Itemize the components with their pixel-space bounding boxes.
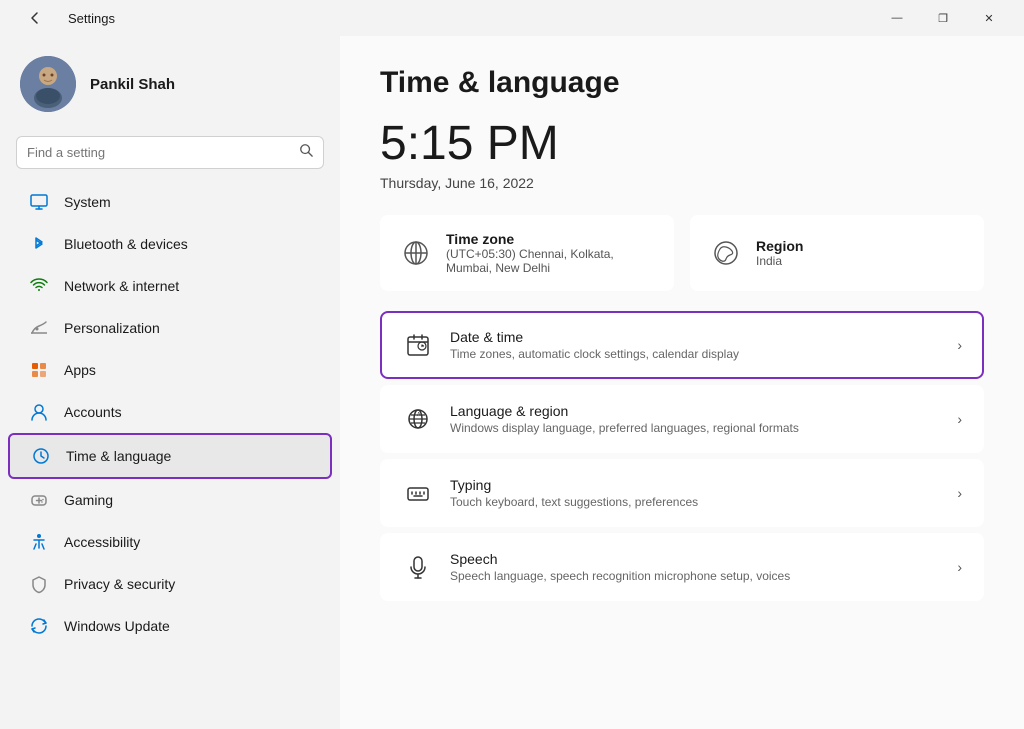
title-bar-left: Settings	[12, 2, 115, 34]
region-title: Region	[756, 238, 803, 254]
current-date: Thursday, June 16, 2022	[380, 175, 984, 191]
current-time: 5:15 PM	[380, 116, 984, 171]
accessibility-icon	[28, 531, 50, 553]
language-icon: A	[402, 403, 434, 435]
timezone-text: Time zone (UTC+05:30) Chennai, Kolkata, …	[446, 231, 654, 275]
timezone-icon	[400, 237, 432, 269]
sidebar-item-label-accessibility: Accessibility	[64, 534, 140, 550]
main-content: Time & language 5:15 PM Thursday, June 1…	[340, 36, 1024, 729]
timezone-card[interactable]: Time zone (UTC+05:30) Chennai, Kolkata, …	[380, 215, 674, 291]
sidebar-item-bluetooth[interactable]: Bluetooth & devices	[8, 223, 332, 265]
window-controls: — ❐ ✕	[874, 2, 1012, 34]
region-icon	[710, 237, 742, 269]
datetime-text: Date & time Time zones, automatic clock …	[450, 329, 941, 361]
sidebar-item-label-network: Network & internet	[64, 278, 179, 294]
datetime-icon	[402, 329, 434, 361]
title-bar: Settings — ❐ ✕	[0, 0, 1024, 36]
sidebar-item-system[interactable]: System	[8, 181, 332, 223]
timezone-subtitle: (UTC+05:30) Chennai, Kolkata, Mumbai, Ne…	[446, 247, 654, 275]
sidebar-item-gaming[interactable]: Gaming	[8, 479, 332, 521]
system-icon	[28, 191, 50, 213]
username: Pankil Shah	[90, 76, 175, 93]
maximize-button[interactable]: ❐	[920, 2, 966, 34]
region-subtitle: India	[756, 254, 803, 268]
sidebar-item-label-bluetooth: Bluetooth & devices	[64, 236, 188, 252]
speech-text: Speech Speech language, speech recogniti…	[450, 551, 941, 583]
avatar-image	[20, 56, 76, 112]
datetime-subtitle: Time zones, automatic clock settings, ca…	[450, 347, 941, 361]
sidebar-item-label-gaming: Gaming	[64, 492, 113, 508]
app-body: Pankil Shah	[0, 36, 1024, 729]
settings-item-language[interactable]: A Language & region Windows display lang…	[380, 385, 984, 453]
update-icon	[28, 615, 50, 637]
sidebar-item-accounts[interactable]: Accounts	[8, 391, 332, 433]
settings-item-datetime[interactable]: Date & time Time zones, automatic clock …	[380, 311, 984, 379]
typing-title: Typing	[450, 477, 941, 493]
accounts-icon	[28, 401, 50, 423]
network-icon	[28, 275, 50, 297]
language-text: Language & region Windows display langua…	[450, 403, 941, 435]
datetime-chevron: ›	[957, 337, 962, 353]
close-button[interactable]: ✕	[966, 2, 1012, 34]
language-subtitle: Windows display language, preferred lang…	[450, 421, 941, 435]
sidebar-item-accessibility[interactable]: Accessibility	[8, 521, 332, 563]
sidebar-item-network[interactable]: Network & internet	[8, 265, 332, 307]
region-text: Region India	[756, 238, 803, 268]
sidebar-item-time[interactable]: Time & language	[8, 433, 332, 479]
typing-chevron: ›	[957, 485, 962, 501]
sidebar-item-label-time: Time & language	[66, 448, 171, 464]
settings-item-speech[interactable]: Speech Speech language, speech recogniti…	[380, 533, 984, 601]
personalization-icon	[28, 317, 50, 339]
back-button[interactable]	[12, 2, 58, 34]
language-title: Language & region	[450, 403, 941, 419]
typing-subtitle: Touch keyboard, text suggestions, prefer…	[450, 495, 941, 509]
apps-icon	[28, 359, 50, 381]
minimize-button[interactable]: —	[874, 2, 920, 34]
search-container	[0, 128, 340, 181]
user-profile[interactable]: Pankil Shah	[0, 36, 340, 128]
app-title: Settings	[68, 11, 115, 26]
avatar	[20, 56, 76, 112]
sidebar: Pankil Shah	[0, 36, 340, 729]
privacy-icon	[28, 573, 50, 595]
search-icon	[299, 143, 313, 162]
timezone-title: Time zone	[446, 231, 654, 247]
page-title: Time & language	[380, 66, 984, 100]
sidebar-item-label-personalization: Personalization	[64, 320, 160, 336]
search-box	[16, 136, 324, 169]
sidebar-item-label-update: Windows Update	[64, 618, 170, 634]
typing-icon	[402, 477, 434, 509]
search-input[interactable]	[27, 145, 291, 160]
language-chevron: ›	[957, 411, 962, 427]
sidebar-item-label-privacy: Privacy & security	[64, 576, 175, 592]
gaming-icon	[28, 489, 50, 511]
datetime-title: Date & time	[450, 329, 941, 345]
speech-chevron: ›	[957, 559, 962, 575]
sidebar-item-personalization[interactable]: Personalization	[8, 307, 332, 349]
info-row: Time zone (UTC+05:30) Chennai, Kolkata, …	[380, 215, 984, 291]
sidebar-item-label-accounts: Accounts	[64, 404, 122, 420]
speech-icon	[402, 551, 434, 583]
settings-list: Date & time Time zones, automatic clock …	[380, 311, 984, 601]
typing-text: Typing Touch keyboard, text suggestions,…	[450, 477, 941, 509]
sidebar-item-label-apps: Apps	[64, 362, 96, 378]
sidebar-item-label-system: System	[64, 194, 111, 210]
settings-item-typing[interactable]: Typing Touch keyboard, text suggestions,…	[380, 459, 984, 527]
speech-subtitle: Speech language, speech recognition micr…	[450, 569, 941, 583]
sidebar-item-update[interactable]: Windows Update	[8, 605, 332, 647]
speech-title: Speech	[450, 551, 941, 567]
sidebar-item-apps[interactable]: Apps	[8, 349, 332, 391]
sidebar-item-privacy[interactable]: Privacy & security	[8, 563, 332, 605]
region-card[interactable]: Region India	[690, 215, 984, 291]
time-icon	[30, 445, 52, 467]
nav-list: System Bluetooth & devices	[0, 181, 340, 647]
bluetooth-icon	[28, 233, 50, 255]
